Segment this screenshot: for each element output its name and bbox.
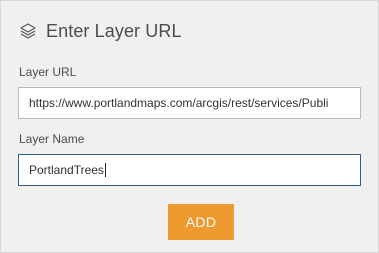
layer-url-input[interactable]: https://www.portlandmaps.com/arcgis/rest… xyxy=(18,87,361,119)
layer-url-label: Layer URL xyxy=(19,65,77,79)
layers-icon xyxy=(19,22,37,40)
add-button[interactable]: ADD xyxy=(168,204,234,240)
layer-url-value: https://www.portlandmaps.com/arcgis/rest… xyxy=(29,96,329,110)
layer-name-label: Layer Name xyxy=(19,132,85,146)
panel-title: Enter Layer URL xyxy=(46,20,182,41)
text-cursor xyxy=(104,163,106,177)
enter-layer-url-panel: Enter Layer URL Layer URL https://www.po… xyxy=(0,0,379,253)
panel-header: Enter Layer URL xyxy=(19,18,182,44)
layer-name-value: PortlandTrees xyxy=(29,163,104,177)
layer-name-input[interactable]: PortlandTrees xyxy=(18,154,361,186)
